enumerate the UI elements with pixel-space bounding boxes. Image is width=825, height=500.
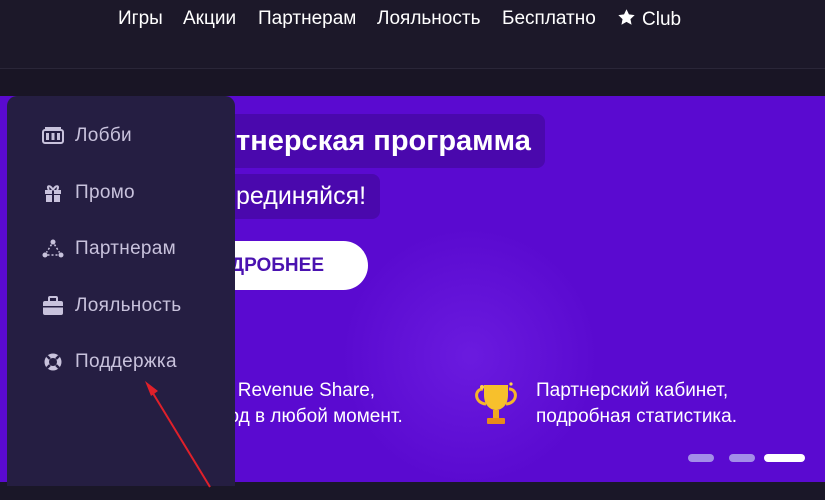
gift-icon: [41, 182, 65, 204]
trophy-icon: [475, 382, 517, 424]
header-spacer: [0, 69, 825, 96]
sidebar-item-support[interactable]: Поддержка: [41, 347, 177, 377]
banner-glow: [340, 226, 600, 482]
feature-partner-cabinet-line2: подробная статистика.: [536, 406, 738, 427]
feature-partner-cabinet: Партнерский кабинет, подробная статистик…: [536, 378, 737, 430]
sidebar-item-promo-label: Промо: [75, 182, 135, 203]
slide-dot-3[interactable]: [764, 454, 805, 462]
network-icon: [41, 238, 65, 260]
nav-item-club-label: Club: [642, 9, 682, 30]
sidebar-item-partners-label: Партнерам: [75, 238, 177, 259]
banner-title: тнерская программа: [200, 114, 545, 168]
sidebar-item-partners[interactable]: Партнерам: [41, 234, 176, 264]
sidebar-item-lobby-label: Лобби: [75, 125, 132, 146]
sidebar-item-lobby[interactable]: Лобби: [41, 121, 132, 151]
top-navigation: Игры Акции Партнерам Лояльность Бесплатн…: [0, 0, 825, 69]
briefcase-icon: [41, 295, 65, 317]
sidebar-menu: Лобби Промо Партнерам Лояльность Поддерж…: [7, 96, 235, 486]
slide-dot-1[interactable]: [688, 454, 714, 462]
nav-item-club[interactable]: Club: [617, 8, 681, 31]
nav-item-free[interactable]: Бесплатно: [502, 8, 596, 30]
slot-machine-icon: [41, 125, 65, 147]
sidebar-item-loyalty[interactable]: Лояльность: [41, 291, 181, 321]
sidebar-item-promo[interactable]: Промо: [41, 178, 135, 208]
sidebar-item-loyalty-label: Лояльность: [75, 295, 182, 316]
sidebar-item-support-label: Поддержка: [75, 351, 177, 372]
nav-item-games[interactable]: Игры: [118, 8, 163, 30]
slide-dot-2[interactable]: [729, 454, 755, 462]
feature-partner-cabinet-line1: Партнерский кабинет,: [536, 380, 729, 401]
lifebuoy-icon: [41, 351, 65, 373]
star-icon: [618, 9, 635, 25]
nav-item-promotions[interactable]: Акции: [183, 8, 236, 30]
nav-item-loyalty[interactable]: Лояльность: [377, 8, 480, 30]
nav-item-partners[interactable]: Партнерам: [258, 8, 356, 30]
